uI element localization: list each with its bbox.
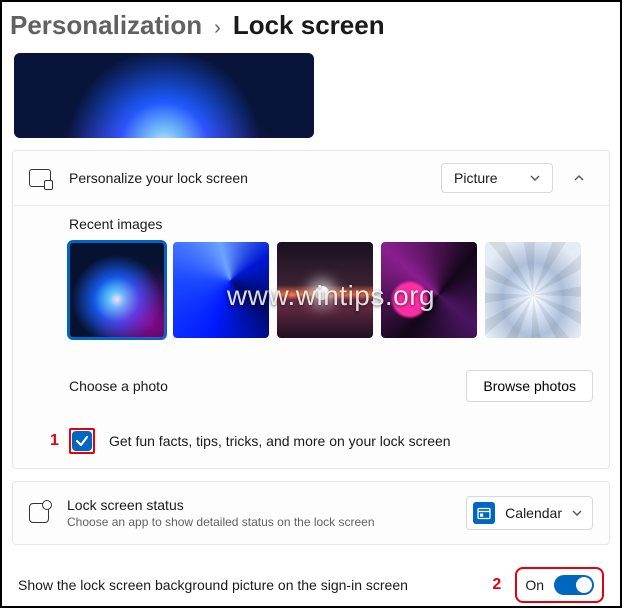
collapse-section-button[interactable]	[565, 173, 593, 183]
status-app-dropdown[interactable]: Calendar	[466, 496, 593, 530]
annotation-highlight	[69, 428, 95, 454]
recent-images-list: www.wintips.org	[69, 242, 593, 338]
chevron-up-icon	[574, 173, 584, 183]
choose-photo-label: Choose a photo	[69, 378, 466, 394]
breadcrumb: Personalization › Lock screen	[4, 4, 618, 53]
chevron-down-icon	[530, 173, 540, 183]
recent-images-section: Recent images www.wintips.org	[13, 206, 609, 356]
lock-screen-preview	[14, 53, 314, 138]
personalize-label: Personalize your lock screen	[69, 170, 441, 186]
recent-images-heading: Recent images	[69, 216, 593, 232]
recent-image-thumb[interactable]	[485, 242, 581, 338]
fun-facts-label: Get fun facts, tips, tricks, and more on…	[109, 433, 451, 449]
browse-photos-button[interactable]: Browse photos	[466, 370, 593, 402]
fun-facts-checkbox[interactable]	[72, 431, 92, 451]
lock-screen-status-card: Lock screen status Choose an app to show…	[12, 481, 610, 545]
personalize-card: Personalize your lock screen Picture Rec…	[12, 150, 610, 469]
breadcrumb-parent[interactable]: Personalization	[10, 10, 202, 41]
monitor-lock-icon	[29, 169, 51, 187]
status-widget-icon	[29, 503, 49, 523]
annotation-callout: 1	[50, 432, 59, 450]
recent-image-thumb[interactable]	[69, 242, 165, 338]
fun-facts-row: 1 Get fun facts, tips, tricks, and more …	[13, 416, 609, 468]
status-subtitle: Choose an app to show detailed status on…	[67, 515, 466, 529]
check-icon	[75, 434, 89, 448]
signin-picture-row: Show the lock screen background picture …	[4, 545, 618, 613]
signin-picture-toggle[interactable]	[554, 575, 594, 595]
calendar-icon	[473, 502, 495, 524]
annotation-callout: 2	[492, 576, 501, 594]
recent-image-thumb[interactable]	[381, 242, 477, 338]
chevron-right-icon: ›	[214, 17, 221, 40]
toggle-state-label: On	[525, 577, 544, 593]
chevron-down-icon	[572, 508, 582, 518]
recent-image-thumb[interactable]	[277, 242, 373, 338]
status-app-value: Calendar	[505, 505, 562, 521]
annotation-highlight: On	[515, 567, 604, 603]
signin-picture-label: Show the lock screen background picture …	[18, 577, 492, 593]
status-title: Lock screen status	[67, 497, 466, 513]
personalize-mode-dropdown[interactable]: Picture	[441, 163, 553, 193]
breadcrumb-current: Lock screen	[233, 10, 385, 41]
recent-image-thumb[interactable]	[173, 242, 269, 338]
lock-screen-status-row[interactable]: Lock screen status Choose an app to show…	[13, 482, 609, 544]
personalize-row: Personalize your lock screen Picture	[13, 151, 609, 205]
choose-photo-row: Choose a photo Browse photos	[13, 356, 609, 416]
dropdown-value: Picture	[454, 170, 498, 186]
